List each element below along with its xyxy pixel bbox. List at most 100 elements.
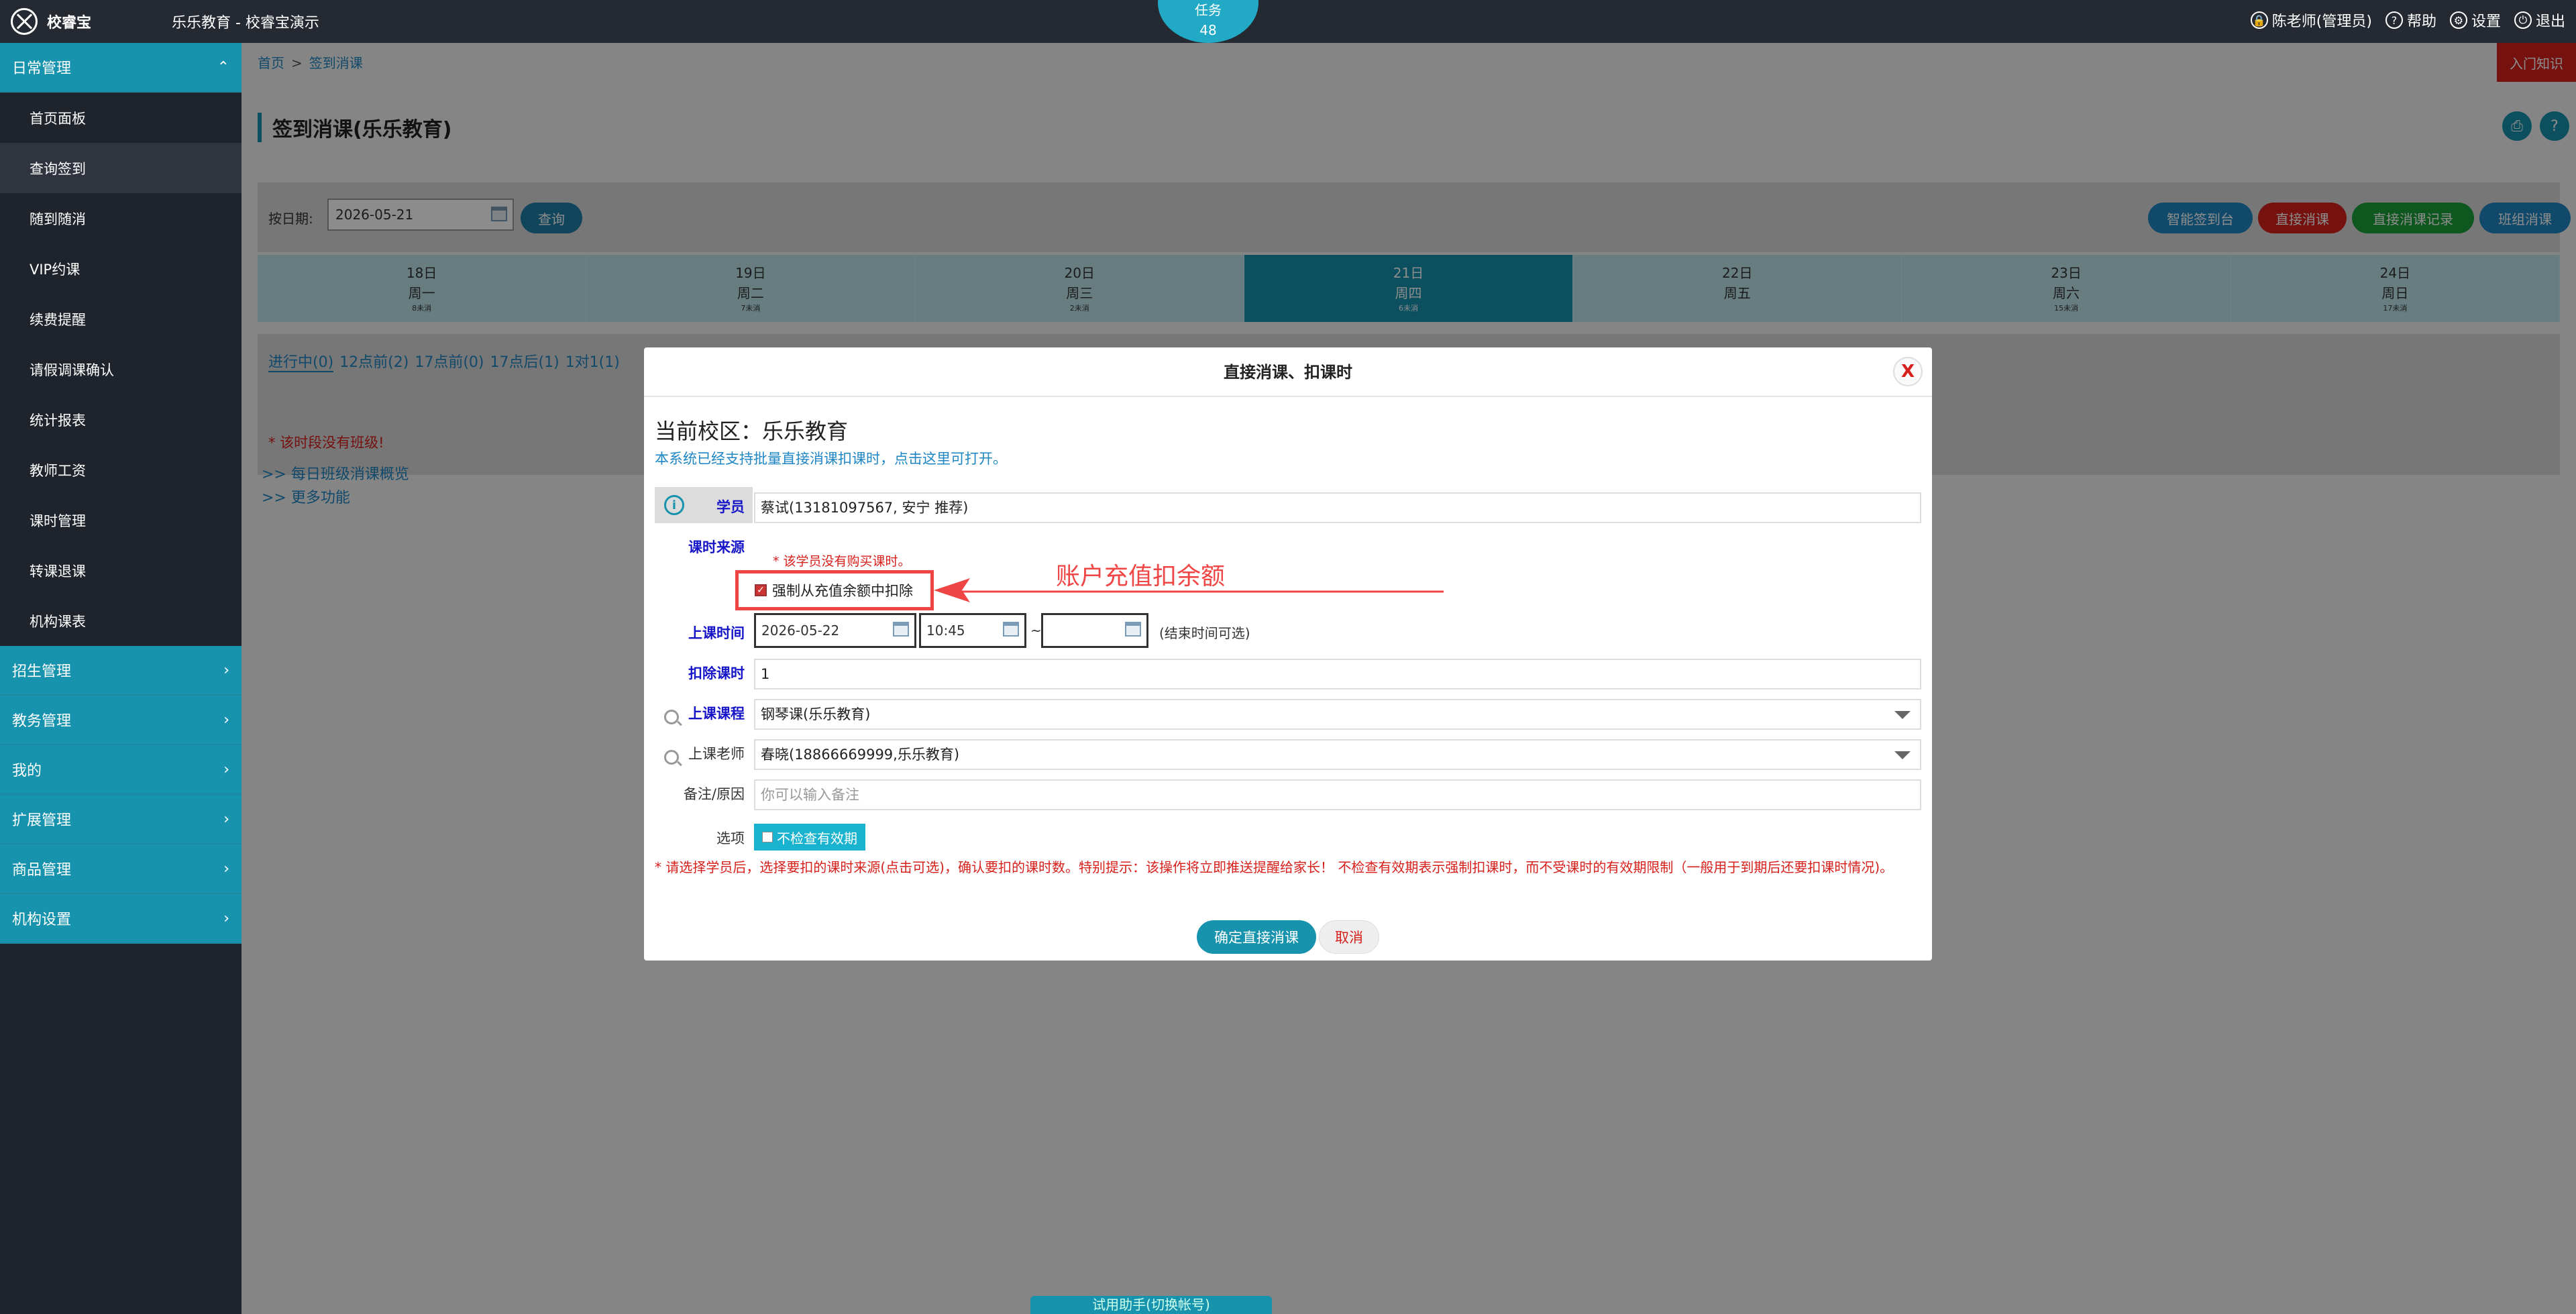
task-label: 任务 (1195, 2, 1222, 18)
skip-validity-option[interactable]: 不检查有效期 (754, 824, 865, 851)
force-deduct-label[interactable]: 强制从充值余额中扣除 (772, 580, 913, 600)
sidebar-group-label: 扩展管理 (12, 812, 72, 829)
remark-input[interactable]: 你可以输入备注 (754, 779, 1921, 810)
class-date-input[interactable]: 2026-05-22 (754, 613, 916, 648)
student-label: 学员 (716, 499, 745, 515)
dialog-title: 直接消课、扣课时 (644, 347, 1932, 397)
help-icon: ? (2385, 11, 2403, 29)
clock-icon[interactable] (1125, 622, 1141, 637)
sidebar-group-academic[interactable]: 教务管理 › (0, 696, 241, 745)
sidebar-group-extension[interactable]: 扩展管理 › (0, 795, 241, 844)
sidebar-item-label: 首页面板 (30, 110, 86, 127)
top-bar: 校睿宝 乐乐教育 - 校睿宝演示 任务 48 🔒 陈老师(管理员) ? 帮助 ⚙… (0, 0, 2576, 43)
sidebar-item-checkin-query[interactable]: 查询签到 (0, 143, 241, 193)
sidebar-item-dashboard[interactable]: 首页面板 (0, 93, 241, 143)
chevron-right-icon: › (223, 860, 229, 877)
teacher-select[interactable]: 春晓(18866669999,乐乐教育) (754, 739, 1921, 770)
direct-deduct-dialog: 直接消课、扣课时 X 当前校区：乐乐教育 本系统已经支持批量直接消课扣课时，点击… (644, 347, 1932, 961)
sidebar-item-label: 转课退课 (30, 563, 86, 580)
sidebar-item-label: 查询签到 (30, 160, 86, 177)
course-value: 钢琴课(乐乐教育) (761, 706, 871, 722)
sidebar-item-label: 教师工资 (30, 462, 86, 479)
help-label: 帮助 (2406, 13, 2436, 30)
force-deduct-checkbox[interactable]: ✓ (755, 584, 767, 596)
trial-assistant-tab[interactable]: 试用助手(切换帐号) (1030, 1296, 1272, 1314)
sidebar-item-label: 统计报表 (30, 412, 86, 429)
class-date-value: 2026-05-22 (761, 622, 840, 639)
task-badge[interactable]: 任务 48 (1158, 0, 1258, 43)
sidebar-item-schedule[interactable]: 机构课表 (0, 596, 241, 646)
chevron-right-icon: › (223, 761, 229, 778)
sidebar-item-reports[interactable]: 统计报表 (0, 394, 241, 445)
sidebar-item-label: 机构课表 (30, 613, 86, 630)
sidebar-group-goods[interactable]: 商品管理 › (0, 844, 241, 894)
time-label: 上课时间 (688, 625, 745, 641)
sidebar-item-hours[interactable]: 课时管理 (0, 495, 241, 545)
brand-name: 校睿宝 (47, 15, 92, 32)
course-label: 上课课程 (688, 706, 745, 722)
sidebar-item-label: 续费提醒 (30, 311, 86, 328)
lock-icon: 🔒 (2250, 11, 2268, 29)
confirm-deduct-button[interactable]: 确定直接消课 (1197, 920, 1316, 954)
end-time-input[interactable] (1041, 613, 1148, 648)
sidebar-item-instant[interactable]: 随到随消 (0, 193, 241, 243)
sidebar-item-transfer[interactable]: 转课退课 (0, 545, 241, 596)
sidebar-group-label: 日常管理 (12, 60, 72, 77)
sidebar-group-label: 我的 (12, 763, 42, 779)
app-title: 乐乐教育 - 校睿宝演示 (172, 15, 319, 32)
sidebar-item-label: 随到随消 (30, 211, 86, 227)
sidebar-group-mine[interactable]: 我的 › (0, 745, 241, 795)
batch-deduct-link[interactable]: 本系统已经支持批量直接消课扣课时，点击这里可打开。 (655, 448, 1007, 468)
chevron-right-icon: › (223, 711, 229, 728)
top-right-menu: 🔒 陈老师(管理员) ? 帮助 ⚙ 设置 ⏻ 退出 (2250, 9, 2565, 31)
source-warning: * 该学员没有购买课时。 (773, 554, 911, 569)
calendar-icon[interactable] (893, 622, 909, 637)
user-menu[interactable]: 🔒 陈老师(管理员) (2250, 9, 2372, 31)
sidebar-group-daily[interactable]: 日常管理 ⌃ (0, 43, 241, 93)
sidebar-group-label: 招生管理 (12, 663, 72, 680)
logout-link[interactable]: ⏻ 退出 (2514, 9, 2565, 31)
remark-label: 备注/原因 (683, 786, 745, 802)
sidebar-item-renewal[interactable]: 续费提醒 (0, 294, 241, 344)
chevron-right-icon: › (223, 661, 229, 679)
skip-validity-checkbox[interactable] (762, 832, 773, 842)
logo-icon (11, 8, 38, 35)
user-name: 陈老师(管理员) (2271, 13, 2372, 30)
sidebar: 日常管理 ⌃ 首页面板 查询签到 随到随消 VIP约课 续费提醒 请假调课确认 … (0, 43, 241, 1314)
settings-label: 设置 (2471, 13, 2501, 30)
sidebar-group-enrollment[interactable]: 招生管理 › (0, 646, 241, 696)
sidebar-group-label: 教务管理 (12, 713, 72, 730)
force-deduct-highlight: ✓ 强制从充值余额中扣除 (735, 570, 934, 610)
hours-field[interactable]: 1 (754, 659, 1921, 690)
operation-tip: * 请选择学员后，选择要扣的课时来源(点击可选)，确认要扣的课时数。特别提示：该… (655, 859, 1894, 875)
gear-icon: ⚙ (2449, 11, 2467, 29)
current-campus: 当前校区：乐乐教育 (655, 419, 849, 444)
student-field[interactable]: 蔡试(13181097567, 安宁 推荐) (754, 492, 1921, 523)
logout-label: 退出 (2535, 13, 2565, 30)
sidebar-group-label: 机构设置 (12, 912, 72, 928)
sidebar-group-label: 商品管理 (12, 862, 72, 879)
source-label: 课时来源 (688, 539, 745, 555)
task-count: 48 (1199, 22, 1217, 38)
sidebar-group-org[interactable]: 机构设置 › (0, 894, 241, 944)
chevron-up-icon: ⌃ (217, 58, 229, 76)
sidebar-item-vip[interactable]: VIP约课 (0, 243, 241, 294)
chevron-down-icon (1894, 711, 1911, 719)
sidebar-item-salary[interactable]: 教师工资 (0, 445, 241, 495)
close-button[interactable]: X (1893, 357, 1923, 386)
option-label: 选项 (716, 830, 745, 846)
start-time-input[interactable]: 10:45 (919, 613, 1026, 648)
teacher-value: 春晓(18866669999,乐乐教育) (761, 747, 960, 763)
cancel-button[interactable]: 取消 (1319, 920, 1379, 954)
chevron-right-icon: › (223, 910, 229, 927)
settings-link[interactable]: ⚙ 设置 (2449, 9, 2501, 31)
course-select[interactable]: 钢琴课(乐乐教育) (754, 699, 1921, 730)
clock-icon[interactable] (1003, 622, 1019, 637)
help-link[interactable]: ? 帮助 (2385, 9, 2436, 31)
end-time-hint: (结束时间可选) (1159, 625, 1250, 641)
teacher-label: 上课老师 (688, 746, 745, 762)
sidebar-item-leave[interactable]: 请假调课确认 (0, 344, 241, 394)
brand-logo[interactable]: 校睿宝 (11, 7, 91, 36)
skip-validity-label: 不检查有效期 (777, 830, 857, 846)
hours-label: 扣除课时 (688, 665, 745, 681)
